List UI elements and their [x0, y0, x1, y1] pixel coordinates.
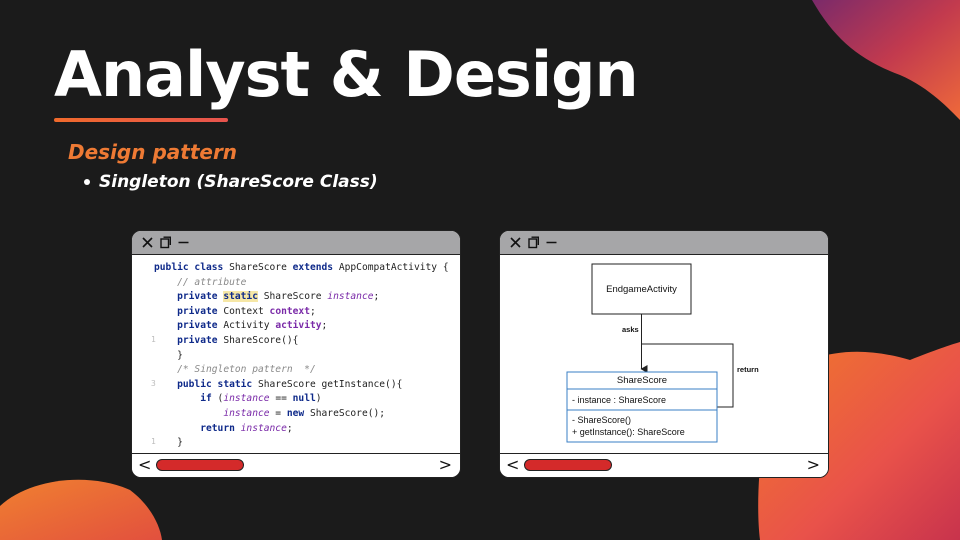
code-line: public static ShareScore getInstance(){ — [177, 378, 403, 390]
class-attribute: - instance : ShareScore — [572, 395, 666, 405]
uml-window-scrollbar[interactable]: < > — [500, 453, 828, 477]
class-name: ShareScore — [617, 375, 667, 386]
code-editor: public class ShareScore extends AppCompa… — [132, 255, 460, 453]
gutter-mark: 3 — [151, 379, 156, 388]
bullet-item: Singleton (ShareScore Class) — [84, 172, 378, 192]
code-window-titlebar — [132, 231, 460, 255]
code-line: instance = new ShareScore(); — [223, 407, 386, 419]
return-label: return — [737, 365, 759, 374]
gutter-mark: 1 — [151, 335, 156, 344]
minimize-icon[interactable] — [177, 236, 190, 249]
code-window: public class ShareScore extends AppCompa… — [131, 230, 461, 478]
code-line: private Activity activity; — [177, 320, 328, 332]
scroll-left-arrow-icon[interactable]: < — [506, 455, 519, 475]
code-line: public class ShareScore extends AppCompa… — [154, 262, 449, 273]
uml-diagram: EndgameActivity asks return ShareScore -… — [500, 255, 828, 453]
section-subtitle: Design pattern — [68, 140, 238, 164]
code-line: } — [177, 437, 183, 449]
class-method: - ShareScore() — [572, 415, 631, 425]
uml-window: EndgameActivity asks return ShareScore -… — [499, 230, 829, 478]
uml-diagram-svg: EndgameActivity asks return ShareScore -… — [566, 263, 759, 443]
code-line: return instance; — [200, 422, 293, 434]
copy-icon[interactable] — [159, 236, 172, 249]
scroll-thumb[interactable] — [524, 459, 612, 471]
class-method: + getInstance(): ShareScore — [572, 427, 685, 437]
scroll-thumb[interactable] — [156, 459, 244, 471]
scroll-right-arrow-icon[interactable]: > — [807, 455, 820, 475]
scroll-right-arrow-icon[interactable]: > — [439, 455, 452, 475]
code-line: } — [177, 349, 183, 361]
code-line: private Context context; — [177, 305, 316, 317]
bullet-dot-icon — [84, 179, 90, 185]
code-line: /* Singleton pattern */ — [177, 364, 316, 376]
endgame-activity-label: EndgameActivity — [606, 284, 677, 295]
code-line: if (instance == null) — [200, 393, 322, 405]
code-line: private static ShareScore instance; — [177, 291, 380, 303]
code-block: public class ShareScore extends AppCompa… — [132, 255, 460, 451]
asks-label: asks — [622, 325, 639, 334]
scroll-left-arrow-icon[interactable]: < — [138, 455, 151, 475]
gutter-mark: 1 — [151, 437, 156, 446]
uml-window-titlebar — [500, 231, 828, 255]
close-icon[interactable] — [141, 236, 154, 249]
code-line: // attribute — [177, 276, 247, 288]
copy-icon[interactable] — [527, 236, 540, 249]
close-icon[interactable] — [509, 236, 522, 249]
title-underline — [54, 118, 228, 122]
code-line: private ShareScore(){ — [177, 334, 299, 346]
slide-title: Analyst & Design — [54, 38, 639, 111]
bullet-text: Singleton (ShareScore Class) — [99, 172, 378, 192]
minimize-icon[interactable] — [545, 236, 558, 249]
code-window-scrollbar[interactable]: < > — [132, 453, 460, 477]
